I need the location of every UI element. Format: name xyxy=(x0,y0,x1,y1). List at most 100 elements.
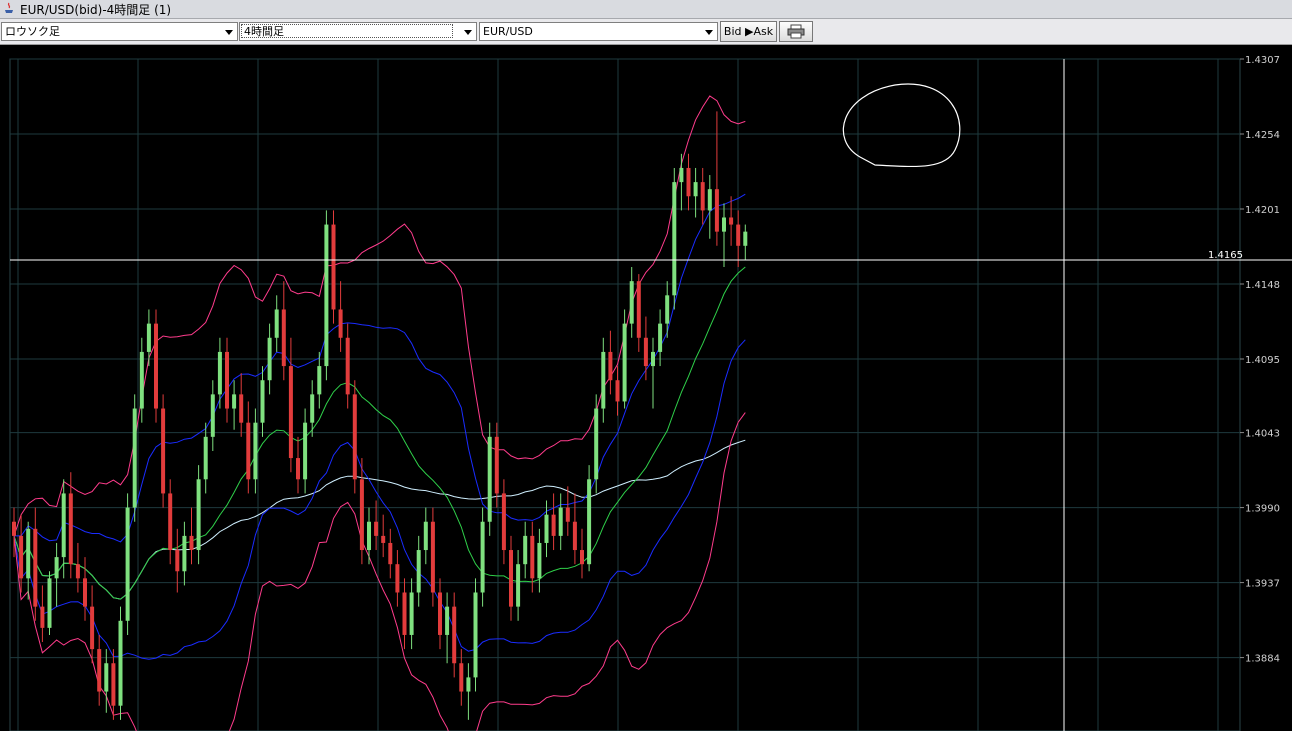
candle-down xyxy=(501,493,506,551)
candle-up xyxy=(317,366,322,395)
candle-up xyxy=(324,224,329,367)
candle-down xyxy=(700,182,705,211)
candle-down xyxy=(33,528,38,607)
candle-down xyxy=(494,436,499,494)
candle-up xyxy=(182,535,187,572)
candle-down xyxy=(565,507,570,522)
candle-down xyxy=(225,351,229,409)
candle-up xyxy=(743,231,748,246)
candle-up xyxy=(26,528,31,579)
timeframe-select[interactable]: 4時間足 xyxy=(239,22,477,41)
candle-up xyxy=(722,217,726,232)
candle-down xyxy=(40,606,45,628)
candle-down xyxy=(75,564,80,579)
candle-up xyxy=(466,677,471,692)
candle-up xyxy=(54,557,59,579)
candle-up xyxy=(367,521,371,551)
candle-up xyxy=(480,521,485,593)
y-tick-label: 1.3990 xyxy=(1245,504,1280,515)
candle-down xyxy=(686,167,691,197)
candle-up xyxy=(210,394,215,437)
candle-up xyxy=(707,189,712,211)
candle-up xyxy=(409,592,414,635)
candle-down xyxy=(608,351,613,381)
window-title: EUR/USD(bid)-4時間足 (1) xyxy=(20,3,172,17)
candle-up xyxy=(587,479,592,565)
candle-down xyxy=(352,394,357,480)
y-tick-label: 1.4043 xyxy=(1245,429,1280,440)
candle-up xyxy=(310,394,315,423)
candle-down xyxy=(246,422,251,480)
candle-up xyxy=(445,606,450,635)
candle-down xyxy=(459,663,464,692)
candle-down xyxy=(239,394,244,423)
candle-down xyxy=(12,521,16,536)
candle-up xyxy=(146,323,151,352)
chart-type-select[interactable]: ロウソク足 xyxy=(1,22,238,41)
candle-down xyxy=(402,592,407,635)
candle-up xyxy=(203,436,208,480)
candle-up xyxy=(232,394,237,409)
candle-down xyxy=(430,521,435,593)
candle-up xyxy=(118,620,123,706)
candle-up xyxy=(423,521,428,551)
candle-up xyxy=(260,380,265,423)
chevron-down-icon[interactable] xyxy=(225,30,233,35)
candle-down xyxy=(189,535,194,551)
candle-down xyxy=(551,514,556,536)
candle-down xyxy=(97,649,102,692)
candle-up xyxy=(523,535,528,565)
candle-down xyxy=(452,606,457,664)
candle-up xyxy=(303,422,308,480)
y-tick-label: 1.4307 xyxy=(1245,55,1280,66)
candle-down xyxy=(572,521,577,551)
candle-down xyxy=(580,550,584,565)
symbol-select[interactable]: EUR/USD xyxy=(479,22,718,41)
candle-up xyxy=(104,663,109,692)
candle-up xyxy=(629,281,634,324)
y-tick-label: 1.3884 xyxy=(1245,654,1280,665)
chevron-down-icon[interactable] xyxy=(464,30,472,35)
print-button[interactable] xyxy=(779,21,813,42)
candle-down xyxy=(381,535,386,543)
candle-up xyxy=(672,182,677,296)
chevron-down-icon[interactable] xyxy=(705,30,713,35)
java-app-icon xyxy=(5,2,13,13)
candle-down xyxy=(331,224,336,310)
candle-down xyxy=(345,337,350,395)
price-chart[interactable]: 1.4307 1.4254 1.4201 1.4148 1.4095 1.4043 1.39… xyxy=(0,45,1292,731)
title-bar: EUR/USD(bid)-4時間足 (1) xyxy=(0,0,1292,19)
candle-up xyxy=(196,479,201,551)
candle-down xyxy=(615,380,620,402)
bid-ask-toggle-button[interactable]: Bid ▶Ask xyxy=(720,21,777,42)
candle-up xyxy=(473,592,478,678)
candle-down xyxy=(509,550,513,607)
candle-down xyxy=(736,224,741,246)
candle-down xyxy=(395,564,400,593)
candle-up xyxy=(594,408,599,480)
candle-down xyxy=(90,606,95,650)
candle-down xyxy=(530,535,535,579)
candle-down xyxy=(338,309,343,338)
candle-up xyxy=(61,493,66,558)
candle-up xyxy=(544,514,549,543)
candle-down xyxy=(83,578,87,607)
toolbar: ロウソク足 4時間足 EUR/USD Bid ▶Ask xyxy=(0,19,1292,45)
candle-down xyxy=(388,542,393,565)
candle-down xyxy=(438,592,442,635)
candle-up xyxy=(267,337,272,381)
candle-up xyxy=(274,309,279,338)
candle-up xyxy=(622,323,627,402)
candle-up xyxy=(658,323,663,352)
candle-up xyxy=(693,182,698,197)
candle-down xyxy=(643,337,648,367)
candle-down xyxy=(636,281,641,338)
y-tick-label: 1.4095 xyxy=(1245,355,1280,366)
candle-up xyxy=(217,351,222,395)
current-price-label: 1.4165 xyxy=(1208,250,1243,261)
candle-down xyxy=(168,493,173,551)
candle-down xyxy=(296,458,300,480)
candle-up xyxy=(132,408,137,508)
candle-up xyxy=(651,351,655,367)
candle-down xyxy=(161,408,166,494)
